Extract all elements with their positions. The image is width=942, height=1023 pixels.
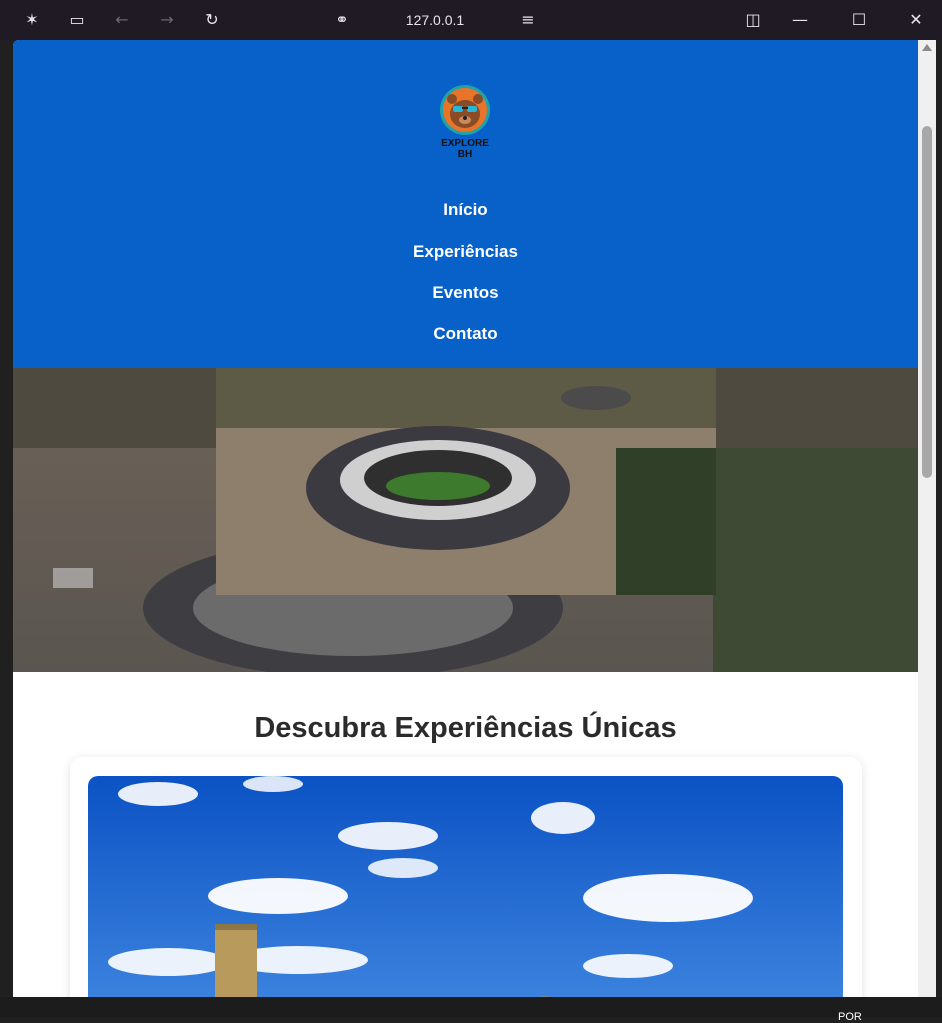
minimize-icon[interactable]: — [790, 10, 810, 30]
tune-icon[interactable]: ≡ [518, 10, 538, 30]
nav-inicio[interactable]: Início [13, 200, 918, 220]
reload-icon[interactable]: ↻ [202, 10, 222, 30]
address-bar[interactable]: 127.0.0.1 [380, 10, 490, 30]
browser-toolbar: ✶ ▭ ← → ↻ ⚭ 127.0.0.1 ≡ ◫ — ☐ ✕ [0, 0, 942, 40]
split-icon[interactable]: ◫ [743, 10, 763, 30]
scroll-up-icon[interactable] [922, 44, 932, 51]
forward-icon[interactable]: → [157, 10, 177, 30]
close-icon[interactable]: ✕ [906, 10, 926, 30]
nav-contato[interactable]: Contato [13, 324, 918, 344]
language-indicator[interactable]: POR [838, 1011, 862, 1023]
scrollbar-thumb[interactable] [922, 126, 932, 478]
logo-text: EXPLORE BH [441, 138, 489, 160]
taskbar [0, 997, 942, 1017]
card-image [88, 776, 843, 997]
app-icon[interactable]: ✶ [22, 10, 42, 30]
back-icon[interactable]: ← [112, 10, 132, 30]
nav-eventos[interactable]: Eventos [13, 283, 918, 303]
link-icon[interactable]: ⚭ [332, 10, 352, 30]
nav-experiencias[interactable]: Experiências [13, 242, 918, 262]
hero-banner [13, 368, 918, 672]
experience-card[interactable] [70, 757, 862, 997]
stadium-foreground-image [216, 368, 716, 595]
maximize-icon[interactable]: ☐ [849, 10, 869, 30]
section-title: Descubra Experiências Únicas [254, 712, 677, 744]
scrollbar[interactable] [918, 40, 936, 997]
site-header: EXPLORE BH Início Experiências Eventos C… [13, 40, 918, 368]
logo[interactable]: EXPLORE BH [433, 84, 497, 160]
sidebar-icon[interactable]: ▭ [67, 10, 87, 30]
bear-logo-icon [440, 85, 490, 135]
page-viewport: EXPLORE BH Início Experiências Eventos C… [13, 40, 918, 997]
